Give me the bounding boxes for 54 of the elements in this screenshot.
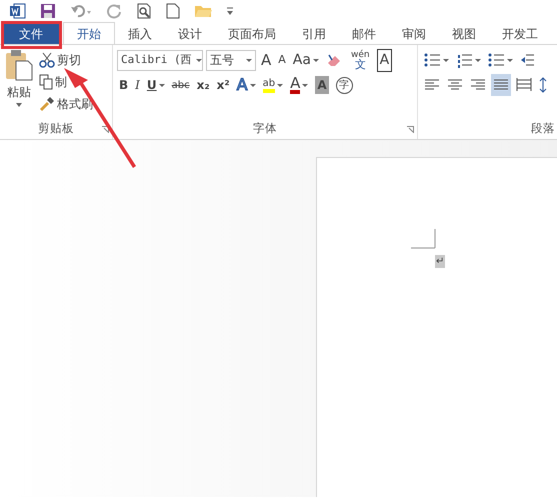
group-label: 字体 [252,120,278,137]
highlight-button[interactable]: ab [260,74,286,96]
alignment-icon [516,77,532,93]
group-label: 剪贴板 [37,120,75,137]
strikethrough-button[interactable]: abc [170,74,192,96]
subscript-button[interactable]: x₂ [194,74,212,96]
text-cursor-icon [411,229,436,249]
ribbon-tab[interactable]: 邮件 [339,22,389,44]
new-document-icon[interactable] [166,3,180,19]
shrink-font-button[interactable]: A [276,49,288,71]
format-painter-icon [39,96,55,112]
character-shading-button[interactable]: A [313,74,331,96]
scissors-icon [39,52,55,68]
print-preview-icon[interactable] [136,3,152,19]
change-case-button[interactable]: Aa [290,49,321,71]
italic-button[interactable]: I [133,74,142,96]
ribbon-tab[interactable]: 开发工 [489,22,551,44]
undo-icon[interactable] [70,3,92,19]
phonetic-guide-button[interactable]: wén 文 [348,49,372,71]
group-label: 段落 [530,120,555,137]
text-effects-button[interactable]: A [234,74,258,96]
ribbon-tab[interactable]: 审阅 [389,22,439,44]
indent-icon [520,52,534,68]
character-border-button[interactable]: A [374,49,394,71]
superscript-button[interactable]: x² [214,74,232,96]
paste-icon[interactable] [4,49,34,81]
list-icon [488,52,505,68]
paste-dropdown-icon[interactable] [16,103,22,107]
font-color-button[interactable]: A [288,74,310,96]
line-spacing-icon [539,77,547,93]
copy-icon [39,74,53,90]
save-icon[interactable] [40,3,56,19]
ribbon-tab[interactable]: 设计 [165,22,215,44]
paragraph-mark: ↵ [435,255,446,268]
ribbon-tab[interactable]: 页面布局 [215,22,289,44]
word-logo-icon[interactable] [10,3,26,19]
list-icon [456,52,473,68]
font-size-field[interactable]: 五号 [206,50,256,70]
dialog-launcher-icon[interactable] [407,126,414,133]
underline-button[interactable]: U [144,74,167,96]
font-name-field[interactable]: Calibri (西 [117,50,203,70]
grow-font-button[interactable]: A [259,49,274,71]
cut-button[interactable]: 剪切 [37,49,95,71]
customize-menu-icon[interactable] [226,6,234,16]
ribbon-tab[interactable]: 引用 [289,22,339,44]
paste-button[interactable]: 粘贴 [7,81,31,103]
justify-button[interactable] [491,74,511,96]
highlight-frame [1,21,62,49]
ribbon-tab[interactable]: 开始 [63,22,115,44]
dialog-launcher-icon[interactable] [102,126,109,133]
list-icon [424,52,441,68]
ribbon-tab[interactable]: 插入 [115,22,165,44]
ribbon-tab[interactable]: 视图 [439,22,489,44]
bold-button[interactable]: B [117,74,130,96]
